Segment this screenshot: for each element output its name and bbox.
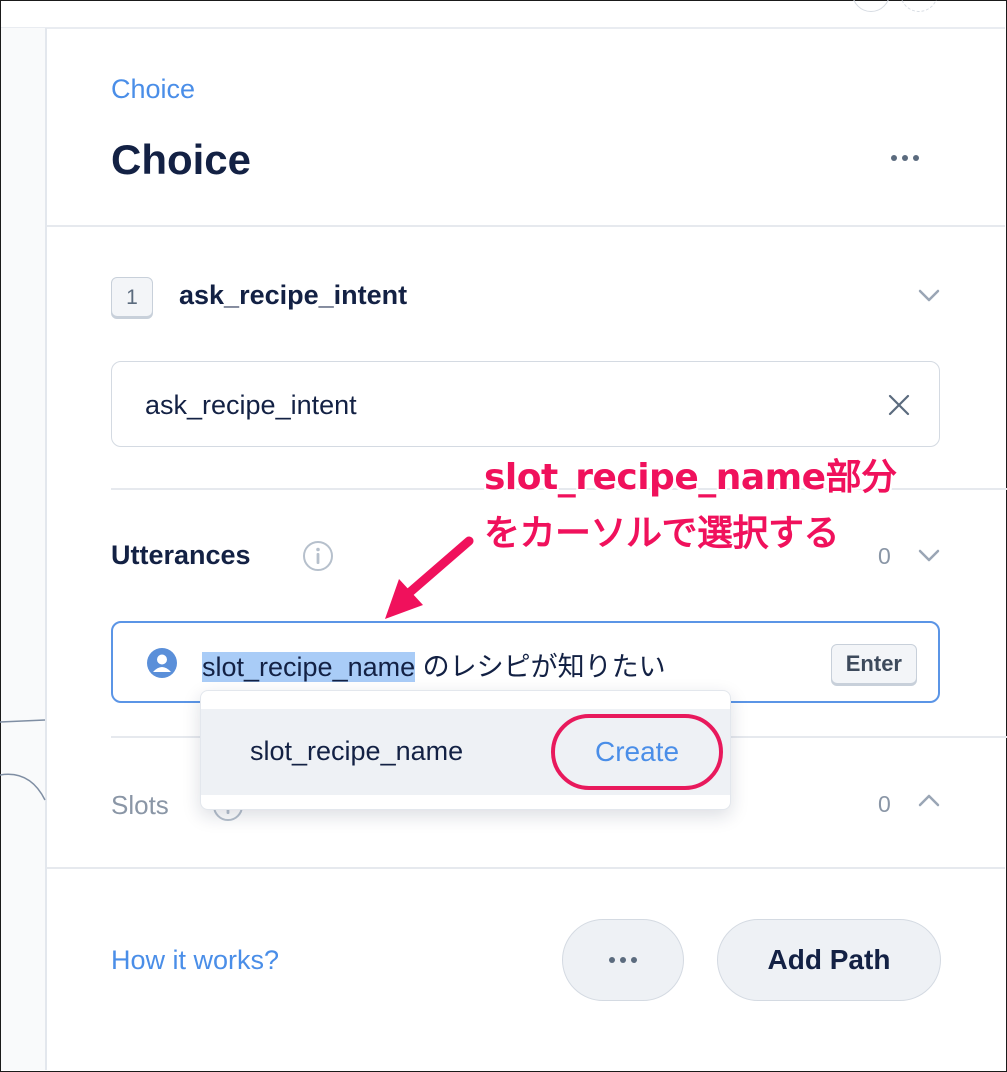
- slots-count: 0: [878, 791, 891, 817]
- annotation-callout: slot_recipe_name部分 をカーソルで選択する: [484, 450, 897, 562]
- annotation-line-2: をカーソルで選択する: [484, 513, 840, 554]
- enter-button[interactable]: Enter: [830, 644, 917, 684]
- slot-suggestion-item[interactable]: slot_recipe_name Create: [201, 709, 730, 795]
- intent-select-input[interactable]: ask_recipe_intent: [111, 361, 940, 447]
- more-icon: [563, 920, 683, 1000]
- canvas-connector-lines: [0, 719, 46, 801]
- annotation-arrow-icon: [385, 536, 474, 619]
- canvas-edge: [1, 28, 45, 1070]
- user-icon: [146, 647, 178, 679]
- how-it-works-link[interactable]: How it works?: [111, 945, 279, 976]
- create-slot-button[interactable]: Create: [551, 714, 723, 790]
- more-options-button[interactable]: [882, 143, 928, 173]
- info-icon[interactable]: [302, 540, 334, 572]
- breadcrumb[interactable]: Choice: [111, 74, 195, 105]
- intent-input-value: ask_recipe_intent: [145, 390, 357, 420]
- footer-more-button[interactable]: [562, 919, 684, 1001]
- annotation-line-1: slot_recipe_name部分: [484, 457, 897, 498]
- panel-left-border: [45, 28, 47, 1070]
- chevron-down-icon[interactable]: [917, 283, 941, 307]
- page-title: Choice: [111, 136, 252, 183]
- add-path-button[interactable]: Add Path: [717, 919, 941, 1001]
- utterance-rest-text: のレシピが知りたい: [415, 652, 666, 682]
- intent-number-badge: 1: [111, 277, 153, 317]
- utterances-label: Utterances: [111, 540, 251, 570]
- intent-title: ask_recipe_intent: [179, 280, 408, 310]
- more-icon: [882, 143, 928, 173]
- divider: [47, 867, 1005, 869]
- slot-suggestion-dropdown: slot_recipe_name Create: [200, 690, 731, 810]
- chevron-up-icon[interactable]: [917, 789, 941, 813]
- selected-slot-text[interactable]: slot_recipe_name: [202, 652, 416, 682]
- utterance-text[interactable]: slot_recipe_name のレシピが知りたい: [202, 645, 666, 684]
- slot-suggestion-label: slot_recipe_name: [250, 736, 464, 766]
- divider: [47, 225, 1005, 227]
- top-divider: [1, 27, 1005, 29]
- chevron-down-icon[interactable]: [917, 543, 941, 567]
- slots-label: Slots: [111, 790, 169, 820]
- close-icon[interactable]: [887, 393, 911, 417]
